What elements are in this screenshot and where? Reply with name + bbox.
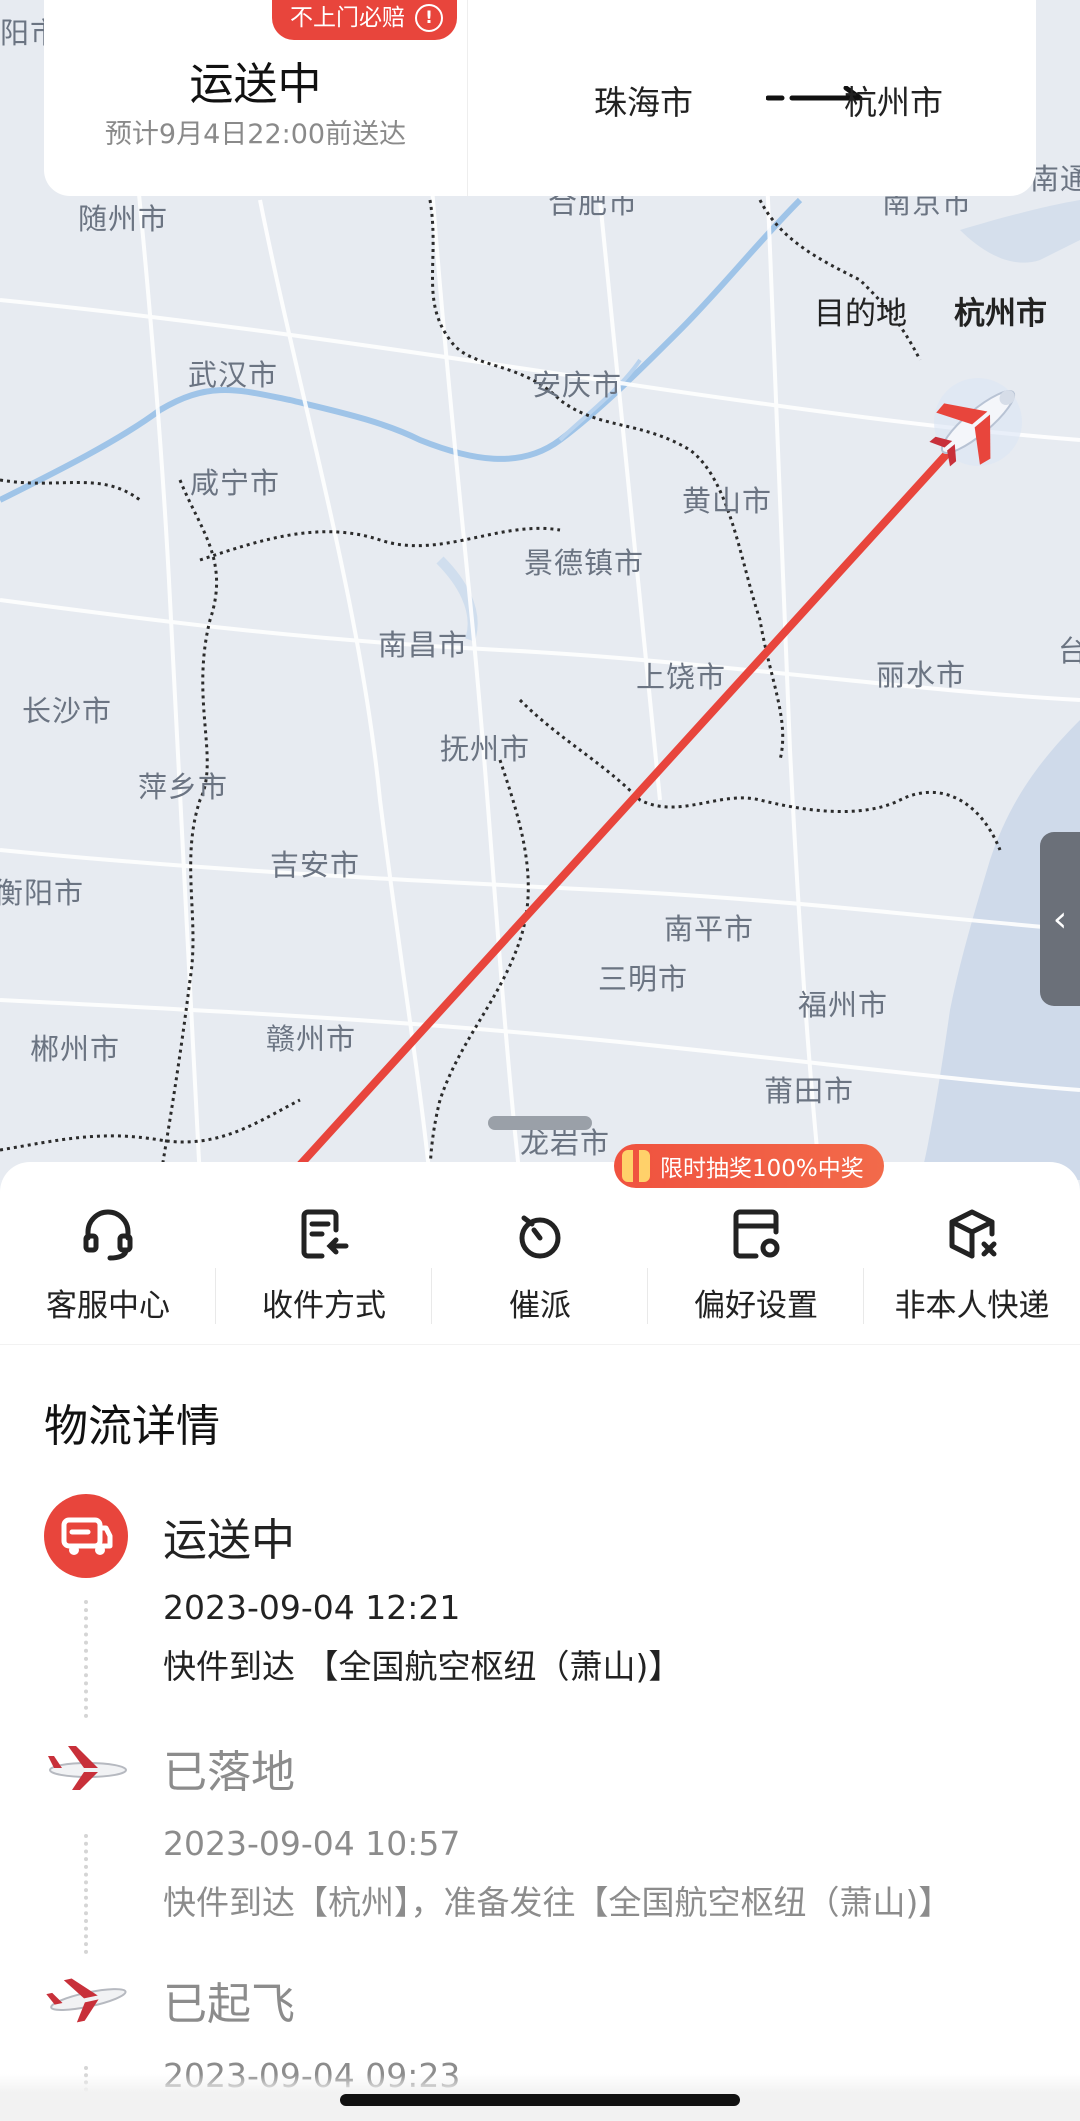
home-indicator[interactable] <box>340 2094 740 2106</box>
preference-settings-button[interactable]: 偏好设置 <box>648 1192 864 1344</box>
airplane-marker-icon[interactable] <box>918 362 1038 482</box>
shipment-status: 运送中 <box>189 59 322 110</box>
map-city-label: 吉安市 <box>270 848 361 882</box>
map-city-label: 赣州市 <box>266 1022 357 1056</box>
map-city-label: 丽水市 <box>876 658 967 692</box>
receive-method-icon <box>292 1202 356 1266</box>
gift-icon <box>622 1150 650 1182</box>
timeline-connector <box>84 1834 92 1954</box>
side-panel-handle[interactable]: ‹ <box>1040 832 1080 1006</box>
map-city-label: 南平市 <box>664 912 755 946</box>
map-city-label: 萍乡市 <box>138 770 229 804</box>
chevron-left-icon: ‹ <box>1052 898 1068 940</box>
info-icon: ! <box>415 4 443 32</box>
map-city-label: 莆田市 <box>764 1074 855 1108</box>
map-city-label: 随州市 <box>78 202 169 236</box>
destination-prefix: 目的地 <box>814 296 907 332</box>
map-city-label: 黄山市 <box>682 484 773 518</box>
timeline-time: 2023-09-04 12:21 <box>163 1588 461 1627</box>
action-label: 催派 <box>509 1288 571 1324</box>
compensation-badge-label: 不上门必赔 <box>290 5 405 31</box>
truck-icon <box>44 1494 128 1578</box>
timeline-status: 已起飞 <box>163 1979 295 2030</box>
map-city-label: 上饶市 <box>636 660 727 694</box>
timeline-connector <box>84 1600 92 1718</box>
destination-city: 杭州市 <box>954 296 1047 332</box>
action-label: 客服中心 <box>46 1288 170 1324</box>
map-city-label: 安庆市 <box>532 368 623 402</box>
sheet-drag-handle[interactable] <box>488 1116 592 1130</box>
action-label: 收件方式 <box>262 1288 386 1324</box>
logistics-details-title: 物流详情 <box>44 1401 220 1452</box>
map-city-label: 景德镇市 <box>524 546 645 580</box>
timeline-status: 运送中 <box>163 1515 295 1566</box>
customer-service-button[interactable]: 客服中心 <box>0 1192 216 1344</box>
map-city-label: 三明市 <box>598 962 689 996</box>
stopwatch-icon <box>508 1202 572 1266</box>
map-city-label: 台 <box>1058 634 1080 668</box>
destination-city-route: 杭州市 <box>844 83 943 122</box>
map-city-label: 长沙市 <box>22 694 113 728</box>
package-x-icon <box>940 1202 1004 1266</box>
action-bar: 客服中心 收件方式 催派 偏好设置 非本人快递 <box>0 1192 1080 1345</box>
estimated-delivery: 预计9月4日22:00前送达 <box>104 119 407 150</box>
card-divider <box>467 0 468 196</box>
action-label: 偏好设置 <box>694 1288 818 1324</box>
timeline-description: 快件到达【杭州】，准备发往【全国航空枢纽（萧山)】 <box>163 1883 952 1922</box>
map-city-label: 郴州市 <box>30 1032 121 1066</box>
promo-label: 限时抽奖100%中奖 <box>660 1156 864 1182</box>
map-city-label: 抚州市 <box>440 732 531 766</box>
headset-icon <box>76 1202 140 1266</box>
action-label: 非本人快递 <box>894 1288 1050 1324</box>
map-city-label: 福州市 <box>798 988 889 1022</box>
lottery-promo-badge[interactable]: 限时抽奖100%中奖 <box>614 1144 884 1188</box>
receive-method-button[interactable]: 收件方式 <box>216 1192 432 1344</box>
map-city-label: 衡阳市 <box>0 876 85 910</box>
compensation-badge[interactable]: 不上门必赔 ! <box>272 0 457 40</box>
shipment-summary-card: 不上门必赔 ! 运送中 预计9月4日22:00前送达 珠海市 杭州市 <box>44 0 1036 196</box>
preference-icon <box>724 1202 788 1266</box>
origin-city: 珠海市 <box>594 83 693 122</box>
urge-delivery-button[interactable]: 催派 <box>432 1192 648 1344</box>
airplane-takeoff-icon <box>46 1978 127 2023</box>
airplane-landed-icon <box>48 1746 127 1790</box>
not-my-package-button[interactable]: 非本人快递 <box>864 1192 1080 1344</box>
timeline-status: 已落地 <box>163 1747 295 1798</box>
map-city-label: 南通市 <box>1030 162 1080 196</box>
map-city-label: 咸宁市 <box>190 466 281 500</box>
map-city-label: 武汉市 <box>188 358 279 392</box>
timeline-time: 2023-09-04 10:57 <box>163 1824 461 1863</box>
map-city-label: 南昌市 <box>378 628 469 662</box>
timeline-description: 快件到达 【全国航空枢纽（萧山)】 <box>163 1647 682 1686</box>
